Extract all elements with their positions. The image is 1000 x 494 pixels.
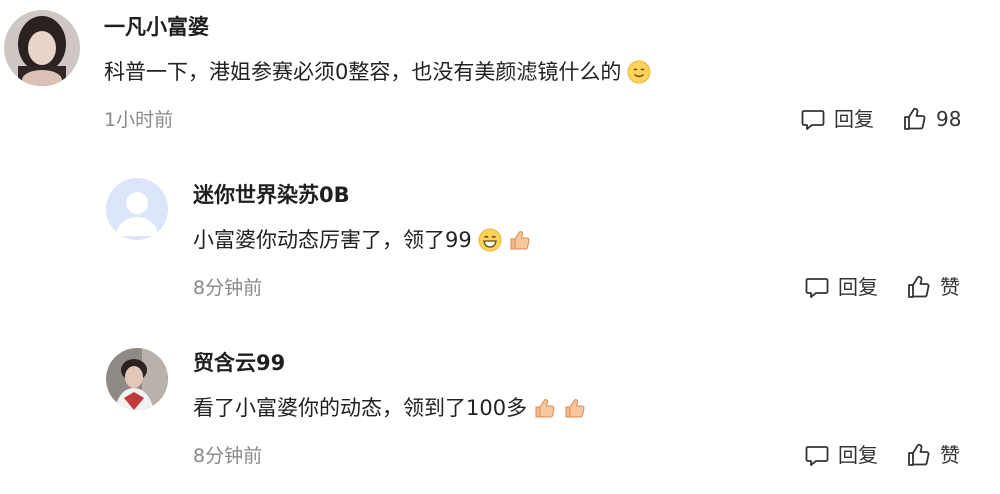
comment-username[interactable]: 迷你世界染苏0B	[193, 182, 350, 208]
like-button[interactable]: 98	[902, 106, 961, 132]
comment-item: 一凡小富婆 科普一下，港姐参赛必须0整容，也没有美颜滤镜什么的 1小时前 回复	[0, 0, 1000, 160]
reply-button[interactable]: 回复	[800, 106, 874, 132]
thumbs-up-emoji	[533, 396, 557, 420]
comment-text: 小富婆你动态厉害了，领了99	[193, 228, 472, 252]
thumbs-up-icon	[906, 442, 932, 468]
comment-text-row: 小富婆你动态厉害了，领了99	[193, 225, 532, 255]
reply-button[interactable]: 回复	[804, 274, 878, 300]
like-button[interactable]: 赞	[906, 274, 960, 300]
comment-time: 8分钟前	[193, 445, 263, 467]
reply-label: 回复	[838, 275, 878, 299]
comment-item: 迷你世界染苏0B 小富婆你动态厉害了，领了99 8分钟前 回复 赞	[0, 168, 1000, 318]
thumbs-up-emoji	[508, 228, 532, 252]
reply-label: 回复	[838, 443, 878, 467]
avatar[interactable]	[4, 10, 80, 86]
comment-text-row: 科普一下，港姐参赛必须0整容，也没有美颜滤镜什么的	[104, 57, 651, 87]
smile-emoji	[627, 60, 651, 84]
comment-icon	[804, 274, 830, 300]
comment-text: 看了小富婆你的动态，领到了100多	[193, 396, 528, 420]
avatar[interactable]	[106, 348, 168, 410]
like-button[interactable]: 赞	[906, 442, 960, 468]
comment-username[interactable]: 贸含云99	[193, 350, 285, 376]
comment-time: 1小时前	[104, 109, 174, 131]
comment-item: 贸含云99 看了小富婆你的动态，领到了100多 8分钟前 回复 赞	[0, 336, 1000, 486]
reply-label: 回复	[834, 107, 874, 131]
comment-text: 科普一下，港姐参赛必须0整容，也没有美颜滤镜什么的	[104, 60, 622, 84]
comment-username[interactable]: 一凡小富婆	[104, 14, 209, 40]
like-label: 赞	[940, 275, 960, 299]
like-count: 98	[936, 107, 962, 131]
grin-emoji	[478, 228, 502, 252]
comment-text-row: 看了小富婆你的动态，领到了100多	[193, 393, 587, 423]
like-label: 赞	[940, 443, 960, 467]
comment-time: 8分钟前	[193, 277, 263, 299]
thumbs-up-icon	[902, 106, 928, 132]
thumbs-up-icon	[906, 274, 932, 300]
thumbs-up-emoji	[563, 396, 587, 420]
comment-icon	[804, 442, 830, 468]
avatar[interactable]	[106, 178, 168, 240]
reply-button[interactable]: 回复	[804, 442, 878, 468]
comment-icon	[800, 106, 826, 132]
